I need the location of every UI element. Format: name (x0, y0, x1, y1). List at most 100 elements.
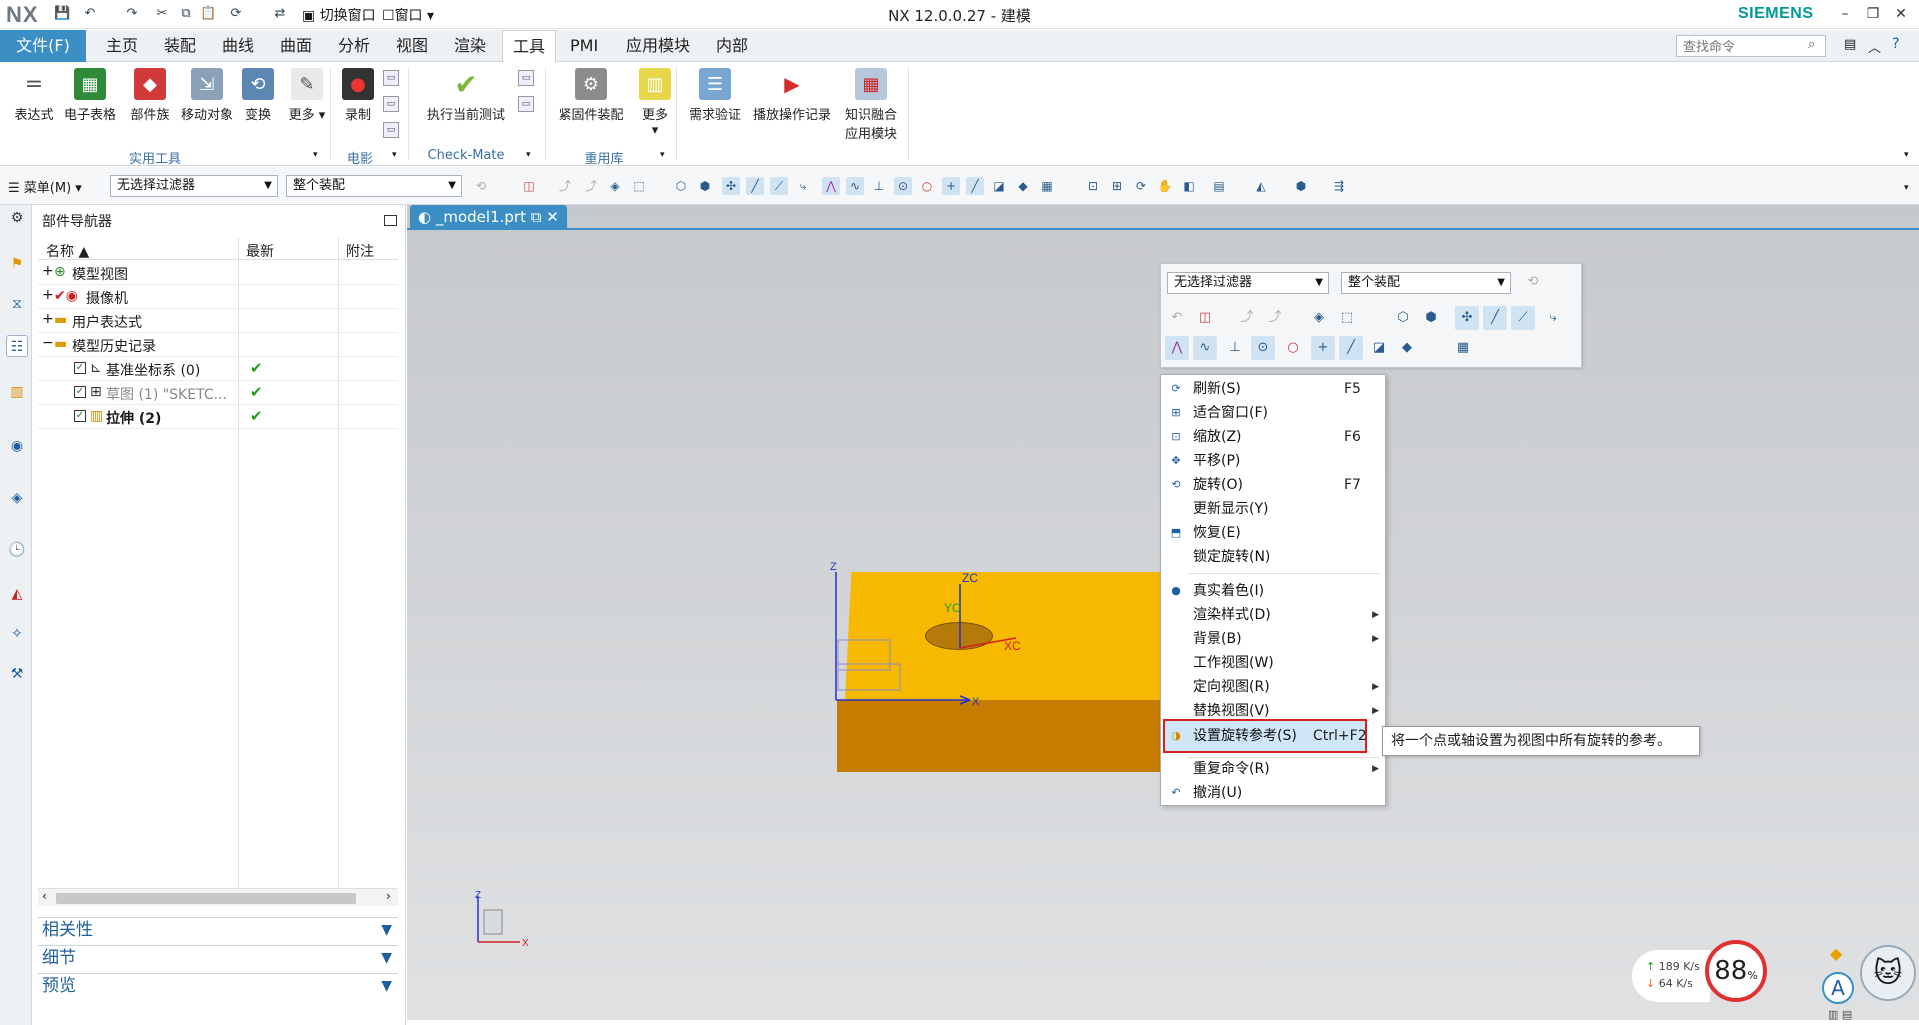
snap-center-icon[interactable]: ⊙ (1251, 336, 1275, 360)
layers-icon[interactable]: ▤ (1210, 177, 1228, 195)
movie-option-icon[interactable]: ▭ (383, 122, 399, 138)
tree-row[interactable]: ✓ ⊞ 草图 (1) "SKETC... ✔ (38, 381, 398, 405)
tab-surface[interactable]: 曲面 (270, 30, 322, 62)
menu-item-update-display[interactable]: 更新显示(Y) (1161, 497, 1385, 521)
snap-face-icon[interactable]: ◪ (990, 177, 1008, 195)
tab-view[interactable]: 视图 (386, 30, 438, 62)
dependencies-panel[interactable]: 相关性 ▼ (38, 917, 398, 941)
group-check-mate-dropdown[interactable]: ▾ (526, 150, 531, 160)
menu-item-true-shading[interactable]: ● 真实着色(I) (1161, 579, 1385, 603)
font-tool-button[interactable]: A (1822, 972, 1854, 1004)
expand-icon[interactable]: + (42, 263, 54, 279)
snap-midpoint-icon[interactable]: ⟋ (1511, 306, 1535, 330)
tab-tools[interactable]: 工具 (502, 30, 557, 63)
body-icon[interactable]: ⬡ (672, 177, 690, 195)
tree-row[interactable]: − ▬ 模型历史记录 (38, 333, 398, 357)
feature-icon[interactable]: ⤴ (1263, 306, 1287, 330)
group-utilities-dropdown[interactable]: ▾ (313, 150, 318, 160)
menu-item-refresh[interactable]: ⟳ 刷新(S) F5 (1161, 377, 1385, 401)
menu-item-set-rotation-reference[interactable]: ◑ 设置旋转参考(S) Ctrl+F2 (1161, 724, 1385, 748)
snap-spline-icon[interactable]: ∿ (846, 177, 864, 195)
snap-intersection-icon[interactable]: + (1311, 336, 1335, 360)
menu-item-lock-rotation[interactable]: 锁定旋转(N) (1161, 545, 1385, 569)
snap-curve-icon[interactable]: ⤷ (794, 177, 812, 195)
snap-point-icon[interactable]: ◫ (520, 177, 538, 195)
tree-row[interactable]: + ✔◉ 摄像机 (38, 285, 398, 309)
collapse-ribbon-icon[interactable]: ︿ (1868, 37, 1881, 56)
work-layer-icon[interactable]: ⬢ (1292, 177, 1310, 195)
snap-polyline-icon[interactable]: ⋀ (822, 177, 840, 195)
fit-view-icon[interactable]: ⊡ (1084, 177, 1102, 195)
check-option-icon[interactable]: ▭ (518, 96, 534, 112)
playback-journal-button[interactable]: ▶ 播放操作记录 (748, 68, 836, 123)
tree-row[interactable]: + ▬ 用户表达式 (38, 309, 398, 333)
help-icon[interactable]: ? (1892, 36, 1899, 52)
column-latest-header[interactable]: 最新 (246, 241, 274, 261)
web-browser-icon[interactable]: ◉ (6, 435, 28, 457)
history-icon[interactable]: ◈ (6, 487, 28, 509)
fastener-assembly-button[interactable]: ⚙ 紧固件装配 (553, 68, 629, 123)
menu-item-restore[interactable]: ⬒ 恢复(E) (1161, 521, 1385, 545)
menu-item-undo[interactable]: ↶ 撤消(U) (1161, 781, 1385, 805)
menu-button[interactable]: ☰ 菜单(M) ▾ (8, 177, 82, 196)
feature-icon[interactable]: ⤴ (556, 177, 574, 195)
pan-view-icon[interactable]: ✋ (1156, 177, 1174, 195)
snap-center-icon[interactable]: ⊙ (894, 177, 912, 195)
snap-line-icon[interactable]: ╱ (1483, 306, 1507, 330)
snap-point-on-curve-icon[interactable]: ╱ (1339, 336, 1363, 360)
menu-item-pan[interactable]: ✥ 平移(P) (1161, 449, 1385, 473)
snap-tangent-icon[interactable]: ⊥ (870, 177, 888, 195)
scroll-right-icon[interactable]: › (386, 889, 391, 903)
menu-item-fit[interactable]: ⊞ 适合窗口(F) (1161, 401, 1385, 425)
minimize-button[interactable]: – (1834, 4, 1856, 24)
close-button[interactable]: ✕ (1890, 4, 1912, 24)
assembly-navigator-icon[interactable]: ⚑ (6, 253, 28, 275)
solid-icon[interactable]: ⬢ (696, 177, 714, 195)
body-icon[interactable]: ⬡ (1391, 306, 1415, 330)
rectangle-select-icon[interactable]: ⬚ (1335, 306, 1359, 330)
record-button[interactable]: ● 录制 (326, 68, 390, 123)
snap-intersection-icon[interactable]: + (942, 177, 960, 195)
popup-filter-dropdown[interactable]: 无选择过滤器 ▼ (1167, 272, 1329, 294)
close-tab-icon[interactable]: ✕ (546, 208, 559, 226)
part-family-button[interactable]: ◆ 部件族 (118, 68, 182, 123)
search-icon[interactable]: ⌕ (1808, 37, 1815, 52)
expression-button[interactable]: = 表达式 (2, 68, 66, 124)
expand-icon[interactable]: + (42, 311, 54, 327)
rectangle-select-icon[interactable]: ⬚ (630, 177, 648, 195)
restore-button[interactable]: ❐ (1862, 4, 1884, 24)
scroll-left-icon[interactable]: ‹ (42, 889, 47, 903)
tab-applications[interactable]: 应用模块 (616, 30, 700, 62)
select-icon[interactable]: ◈ (606, 177, 624, 195)
horizontal-scrollbar[interactable]: ‹ › (38, 888, 398, 906)
system-scene-icon[interactable]: ⚒ (6, 663, 28, 685)
scrollbar-thumb[interactable] (56, 893, 356, 904)
menu-item-orient-view[interactable]: 定向视图(R) ▶ (1161, 675, 1385, 699)
menu-item-rendering-style[interactable]: 渲染样式(D) ▶ (1161, 603, 1385, 627)
check-option-icon[interactable]: ▭ (518, 70, 534, 86)
maximize-icon[interactable] (384, 215, 397, 226)
tree-row[interactable]: ✓ ⊾ 基准坐标系 (0) ✔ (38, 357, 398, 381)
palette-icon[interactable]: ◭ (6, 583, 28, 605)
selection-scope-dropdown[interactable]: 整个装配 ▼ (286, 175, 462, 197)
menu-item-work-view[interactable]: 工作视图(W) (1161, 651, 1385, 675)
snap-endpoint-icon[interactable]: ✣ (1455, 306, 1479, 330)
tab-internal[interactable]: 内部 (706, 30, 758, 62)
snap-spline-icon[interactable]: ∿ (1193, 336, 1217, 360)
role-icon[interactable]: ✧ (6, 623, 28, 645)
tab-home[interactable]: 主页 (96, 30, 148, 62)
snap-quadrant-icon[interactable]: ○ (918, 177, 936, 195)
menu-item-replace-view[interactable]: 替换视图(V) ▶ (1161, 699, 1385, 723)
snap-grid-icon[interactable]: ▦ (1451, 336, 1475, 360)
pin-icon[interactable]: ⧉ (531, 208, 542, 226)
snap-quadrant-icon[interactable]: ○ (1281, 336, 1305, 360)
visibility-checkbox[interactable]: ✓ (74, 386, 86, 398)
tab-pmi[interactable]: PMI (560, 30, 608, 62)
ribbon-options-dropdown[interactable]: ▾ (1904, 150, 1909, 160)
popup-scope-dropdown[interactable]: 整个装配 ▼ (1341, 272, 1511, 294)
tree-row[interactable]: + ⊕ 模型视图 (38, 261, 398, 285)
column-comments-header[interactable]: 附注 (346, 241, 374, 261)
filter-reset-icon[interactable]: ⟲ (472, 177, 490, 195)
spreadsheet-button[interactable]: ▦ 电子表格 (58, 68, 122, 123)
snap-bounded-icon[interactable]: ◆ (1395, 336, 1419, 360)
